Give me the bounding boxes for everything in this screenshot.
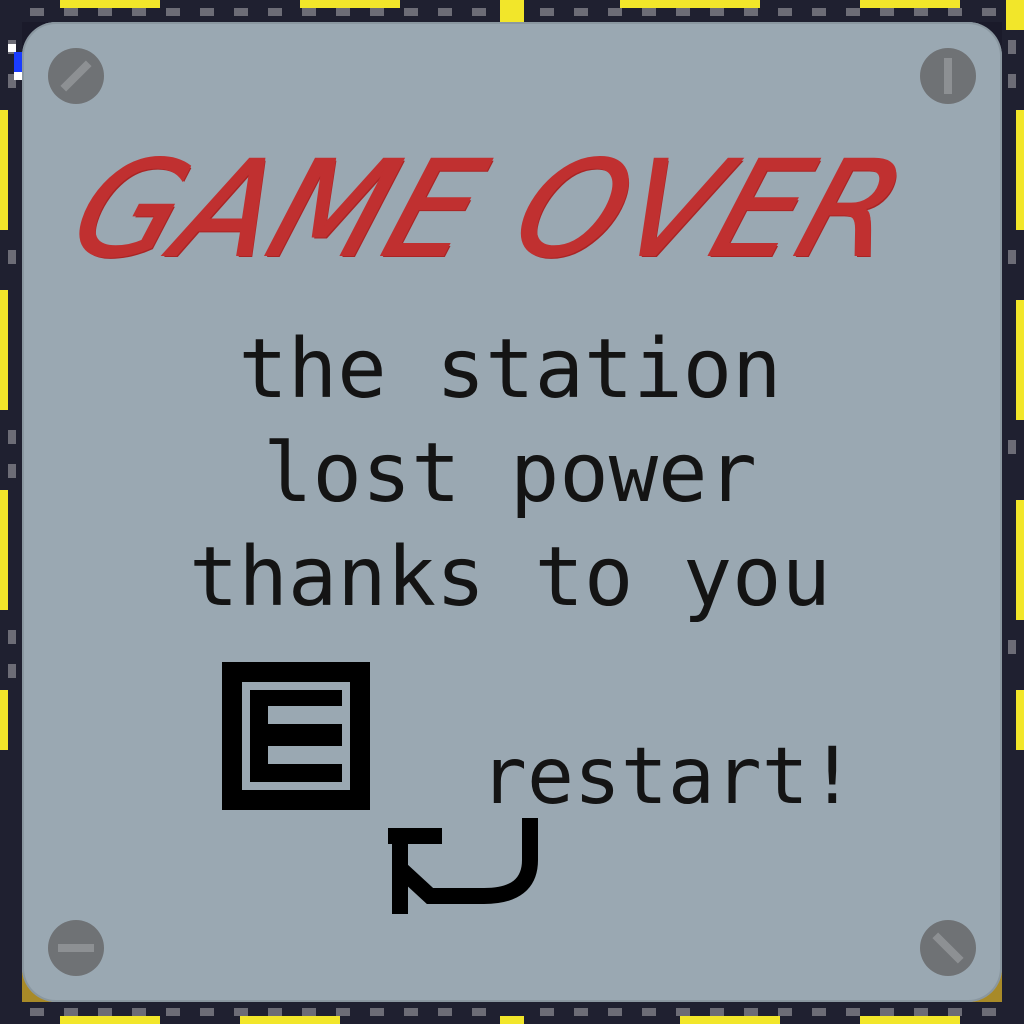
game-over-title: GAME OVER [54,132,925,288]
screw-icon [48,48,104,104]
screw-icon [920,920,976,976]
restart-label[interactable]: restart! [480,732,856,822]
player-marker-icon [8,44,22,80]
message-line: lost power [263,426,757,521]
screw-icon [48,920,104,976]
screw-icon [920,48,976,104]
restart-arrow-icon[interactable] [380,818,550,918]
e-key-icon[interactable]: E [222,662,370,810]
game-screen: GAME OVER the station lost power thanks … [0,0,1024,1024]
game-over-message: the station lost power thanks to you [100,318,920,630]
message-line: thanks to you [189,530,831,625]
message-line: the station [238,322,782,417]
